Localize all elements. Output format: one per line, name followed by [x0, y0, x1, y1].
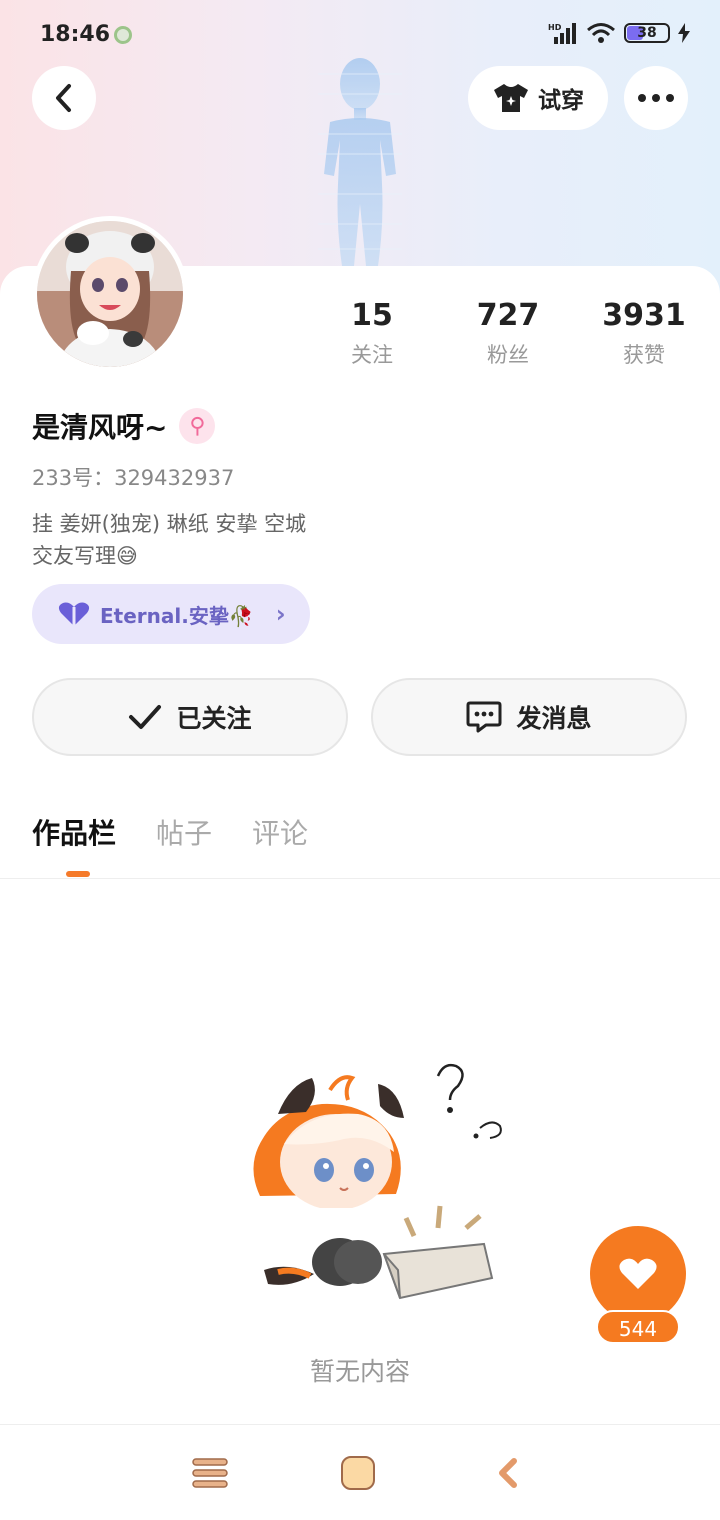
like-count: 544 [596, 1310, 680, 1344]
nav-back-icon [499, 1458, 517, 1488]
active-tab-indicator [66, 871, 90, 877]
stat-likes-label: 获赞 [623, 343, 665, 367]
status-time: 18:46 [40, 22, 111, 47]
username: 是清风呀~ [32, 411, 168, 444]
try-on-button[interactable]: 试穿 [468, 66, 608, 130]
avatar-illustration [37, 221, 183, 367]
back-button[interactable] [32, 66, 96, 130]
bio-line: 交友写理😅 [32, 544, 138, 568]
avatar-figure-hologram [318, 58, 402, 266]
avatar[interactable] [32, 216, 188, 372]
message-label: 发消息 [516, 704, 592, 733]
status-indicators: HD 38 [548, 22, 690, 44]
stat-following[interactable]: 15 关注 [312, 298, 432, 369]
menu-button[interactable] [188, 1451, 232, 1495]
chevron-right-icon: › [275, 600, 286, 628]
tab-comments[interactable]: 评论 [252, 812, 308, 852]
signal-icon: HD [548, 23, 576, 44]
following-button[interactable]: 已关注 [32, 678, 348, 756]
stat-likes[interactable]: 3931 获赞 [584, 298, 704, 369]
stat-following-label: 关注 [351, 343, 393, 367]
check-icon [129, 705, 162, 729]
following-label: 已关注 [176, 704, 252, 733]
user-id[interactable]: 233号：329432937 [32, 462, 234, 492]
like-button[interactable] [590, 1226, 686, 1322]
stat-followers[interactable]: 727 粉丝 [448, 298, 568, 369]
bio-line: 挂 姜妍(独宠) 琳纸 安挚 空城 [32, 512, 307, 536]
message-button[interactable]: 发消息 [371, 678, 687, 756]
more-button[interactable] [624, 66, 688, 130]
back-icon [56, 84, 71, 112]
nav-back-button[interactable] [486, 1451, 530, 1495]
stat-followers-value: 727 [476, 298, 540, 333]
system-nav-bar [0, 1424, 720, 1520]
heart-icon [58, 602, 90, 626]
tab-posts[interactable]: 帖子 [156, 812, 212, 852]
bio: 挂 姜妍(独宠) 琳纸 安挚 空城 交友写理😅 [32, 508, 306, 572]
more-icon [638, 94, 674, 102]
charging-icon [678, 23, 690, 43]
heart-icon [619, 1258, 657, 1289]
content-tabs: 作品栏 帖子 评论 [32, 812, 308, 852]
home-button[interactable] [336, 1451, 380, 1495]
home-icon [341, 1456, 375, 1490]
empty-state-mascot [253, 1063, 502, 1300]
username-row: 是清风呀~ ⚲ [32, 406, 216, 446]
menu-icon [192, 1458, 228, 1488]
svg-text:HD: HD [548, 23, 562, 32]
stat-following-value: 15 [351, 298, 393, 333]
relationship-tag[interactable]: Eternal.安挚🥀 › [32, 584, 310, 644]
chat-icon [466, 701, 502, 733]
stat-followers-label: 粉丝 [487, 343, 529, 367]
location-icon [114, 26, 132, 44]
empty-state-text: 暂无内容 [309, 1357, 410, 1386]
tab-works[interactable]: 作品栏 [32, 812, 116, 852]
female-icon: ⚲ [179, 408, 216, 444]
divider [0, 878, 720, 879]
wifi-icon [587, 23, 615, 43]
stat-likes-value: 3931 [602, 298, 686, 333]
battery-indicator: 38 [624, 23, 670, 43]
battery-level: 38 [637, 25, 657, 41]
try-on-label: 试穿 [538, 88, 584, 114]
relationship-tag-label: Eternal.安挚🥀 [100, 603, 254, 628]
tshirt-icon [494, 84, 528, 112]
